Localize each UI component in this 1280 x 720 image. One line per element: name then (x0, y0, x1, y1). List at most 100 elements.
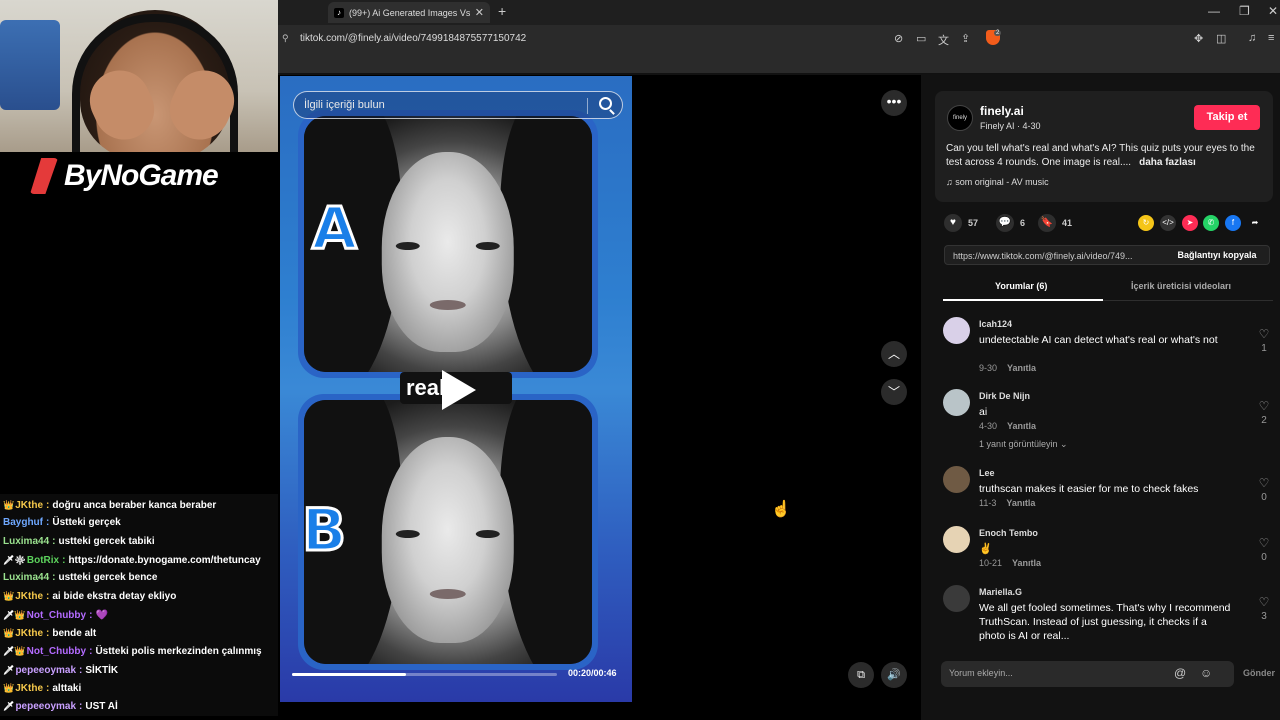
tab-close-icon[interactable]: ✕ (475, 6, 484, 19)
embed-icon[interactable]: </> (1160, 215, 1176, 231)
commenter-name[interactable]: Lee (979, 468, 995, 478)
chat-message: 👑JKthe: bende alt (0, 624, 290, 642)
comment-like[interactable]: ♡ 0 (1255, 476, 1273, 503)
send-button[interactable]: Gönder (1243, 668, 1275, 678)
face-b (381, 436, 515, 643)
video-area: A B real İlgili içeriği bulun 00:20/00:4… (278, 75, 921, 720)
comment-like[interactable]: ♡ 2 (1255, 399, 1273, 426)
tab-creator-videos[interactable]: İçerik üreticisi videoları (1131, 281, 1231, 291)
video-player[interactable]: A B real İlgili içeriği bulun 00:20/00:4… (280, 76, 632, 702)
commenter-avatar[interactable] (943, 317, 970, 344)
cast-icon[interactable]: ▭ (916, 32, 926, 45)
translate-icon[interactable]: 文 (938, 32, 949, 48)
author-subtitle: Finely AI · 4-30 (980, 121, 1041, 131)
commenter-name[interactable]: Icah124 (979, 319, 1012, 329)
progress-fill (292, 673, 406, 676)
send-to-friends-icon[interactable]: ➤ (1182, 215, 1198, 231)
letter-b-label: B (300, 495, 347, 566)
reply-link[interactable]: Yanıtla (1012, 558, 1041, 568)
tab-comments[interactable]: Yorumlar (6) (995, 281, 1047, 291)
more-options-icon[interactable]: ••• (881, 90, 907, 116)
comment-input[interactable]: Yorum ekleyin... @ ☺ (941, 661, 1234, 687)
comment-like[interactable]: ♡ 3 (1255, 595, 1273, 622)
comment-date: 4-30 (979, 421, 998, 431)
tiktok-favicon-icon: ♪ (334, 7, 344, 18)
video-progress-bar[interactable] (292, 673, 557, 676)
mini-player-icon[interactable]: ⧉ (848, 662, 874, 688)
url-field[interactable]: tiktok.com/@finely.ai/video/749918487557… (300, 33, 526, 44)
commenter-name[interactable]: Mariella.G (979, 587, 1022, 597)
chat-text: ustteki gercek tabiki (58, 535, 155, 547)
like-action[interactable]: ♥ 57 (944, 214, 978, 232)
sidebar-icon[interactable]: ◫ (1216, 32, 1226, 45)
no-camera-icon[interactable]: ⊘ (894, 32, 903, 45)
mention-icon[interactable]: @ (1174, 666, 1186, 680)
related-search-box[interactable]: İlgili içeriği bulun (293, 91, 623, 119)
mouth (430, 589, 466, 600)
restore-icon[interactable]: ❐ (1239, 4, 1250, 18)
view-replies-link[interactable]: 1 yanıt görüntüleyin ⌄ (979, 439, 1068, 450)
close-window-icon[interactable]: ✕ (1268, 4, 1278, 18)
repost-icon[interactable]: ↻ (1138, 215, 1154, 231)
reply-link[interactable]: Yanıtla (1007, 363, 1036, 373)
show-more-link[interactable]: daha fazlası (1139, 157, 1196, 168)
search-divider (587, 98, 588, 114)
video-link[interactable]: https://www.tiktok.com/@finely.ai/video/… (953, 251, 1158, 261)
author-avatar[interactable]: finely (947, 105, 973, 131)
commenter-avatar[interactable] (943, 389, 970, 416)
facebook-icon[interactable]: f (1225, 215, 1241, 231)
copy-link-button[interactable]: Bağlantıyı kopyala (1165, 246, 1269, 264)
follow-button[interactable]: Takip et (1194, 105, 1260, 130)
chat-colon: : (52, 535, 56, 547)
site-info-icon[interactable]: ⚲ (282, 33, 289, 44)
commenter-avatar[interactable] (943, 585, 970, 612)
emoji-icon[interactable]: ☺ (1200, 666, 1212, 680)
webcam-feed (0, 0, 278, 152)
next-video-icon[interactable]: ﹀ (881, 379, 907, 405)
author-name[interactable]: finely.ai (980, 104, 1024, 118)
comment-meta: 4-30 Yanıtla (979, 421, 1036, 431)
music-link[interactable]: ♫ som original - AV music (946, 177, 1049, 187)
comment-count: 6 (1020, 218, 1026, 228)
minimize-icon[interactable]: — (1208, 4, 1220, 18)
chat-text: bende alt (52, 628, 97, 640)
comment-like-count: 0 (1261, 492, 1267, 503)
previous-video-icon[interactable]: ︿ (881, 341, 907, 367)
comment-meta: 10-21 Yanıtla (979, 558, 1041, 568)
comment-date: 11-3 (979, 498, 997, 508)
play-icon[interactable] (442, 370, 476, 410)
whatsapp-icon[interactable]: ✆ (1203, 215, 1219, 231)
volume-icon[interactable]: 🔊 (881, 662, 907, 688)
reply-link[interactable]: Yanıtla (1007, 421, 1036, 431)
comment-list: Icah124 undetectable AI can detect what's… (921, 311, 1280, 641)
commenter-avatar[interactable] (943, 466, 970, 493)
extensions-icon[interactable]: ✥ (1194, 32, 1203, 45)
chat-message: 🗡pepeeoymak: UST Aİ (0, 697, 290, 715)
reply-link[interactable]: Yanıtla (1006, 498, 1035, 508)
share-icon[interactable]: ➦ (1247, 215, 1263, 231)
commenter-name[interactable]: Enoch Tembo (979, 528, 1038, 538)
chat-text: https://donate.bynogame.com/thetuncay (68, 554, 261, 566)
chat-text: 💜 (95, 609, 108, 621)
search-icon[interactable] (599, 97, 612, 110)
comment-like[interactable]: ♡ 1 (1255, 327, 1273, 354)
video-info-panel: finely finely.ai Finely AI · 4-30 Takip … (921, 75, 1280, 720)
new-tab-icon[interactable]: + (498, 3, 506, 19)
menu-icon[interactable]: ≡ (1268, 32, 1274, 44)
share-page-icon[interactable]: ⇪ (961, 32, 970, 45)
music-icon[interactable]: ♫ (1248, 32, 1256, 44)
heart-outline-icon: ♡ (1258, 595, 1270, 609)
stream-overlay: ByNoGame 👑JKthe: doğru anca beraber kanca… (0, 0, 290, 720)
chat-badge-icon: 🗡👑 (3, 646, 26, 657)
commenter-avatar[interactable] (943, 526, 970, 553)
comment-like[interactable]: ♡ 0 (1255, 536, 1273, 563)
address-bar: ⚲ tiktok.com/@finely.ai/video/7499184875… (278, 25, 1280, 52)
chat-colon: : (62, 554, 66, 566)
save-action[interactable]: 🔖 41 (1038, 214, 1072, 232)
browser-tab[interactable]: ♪ (99+) Ai Generated Images Vs Re ✕ (328, 2, 490, 23)
tab-title: (99+) Ai Generated Images Vs Re (349, 7, 470, 18)
search-placeholder: İlgili içeriği bulun (304, 99, 385, 111)
video-description: Can you tell what's real and what's AI? … (946, 142, 1264, 170)
commenter-name[interactable]: Dirk De Nijn (979, 391, 1030, 401)
comment-action[interactable]: 💬 6 (996, 214, 1025, 232)
